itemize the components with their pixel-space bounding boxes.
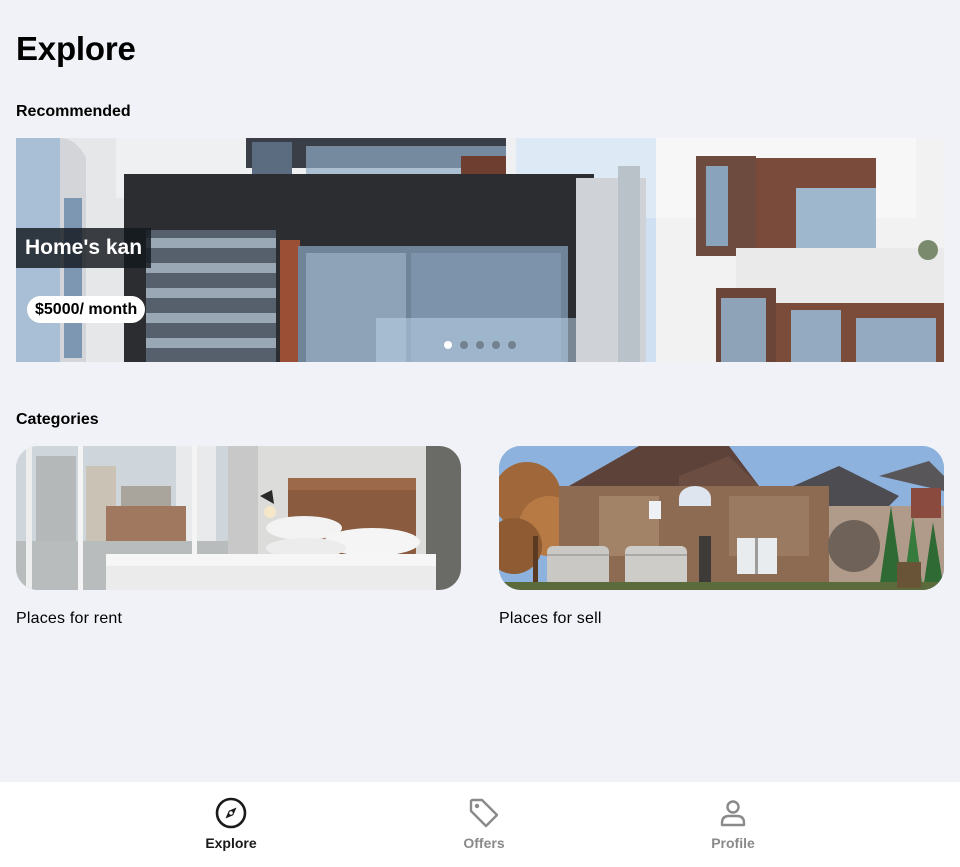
category-card-rent[interactable]	[16, 446, 461, 590]
tab-label: Profile	[711, 835, 755, 851]
category-card-sell[interactable]	[499, 446, 944, 590]
pagination-dot[interactable]	[460, 341, 468, 349]
pagination-dot[interactable]	[444, 341, 452, 349]
recommended-carousel[interactable]: Home's kan $5000/ month	[16, 138, 944, 362]
categories-heading: Categories	[16, 411, 99, 428]
person-icon	[720, 800, 746, 827]
listing-name: Home's kan	[16, 228, 152, 268]
recommended-heading: Recommended	[16, 103, 131, 120]
pagination-dot[interactable]	[492, 341, 500, 349]
explore-screen: Explore Recommended Home's kan $5000/ mo…	[0, 0, 960, 867]
pagination-dot[interactable]	[476, 341, 484, 349]
tab-label: Explore	[205, 835, 257, 851]
tab-profile[interactable]: Profile	[673, 782, 793, 867]
page-title: Explore	[16, 30, 136, 67]
carousel-pagination	[444, 341, 516, 349]
bedroom-photo	[16, 446, 461, 590]
pagination-dot[interactable]	[508, 341, 516, 349]
suburban-house-photo	[499, 446, 944, 590]
tab-offers[interactable]: Offers	[424, 782, 544, 867]
tab-label: Offers	[463, 835, 505, 851]
category-label-sell[interactable]: Places for sell	[499, 610, 602, 628]
listing-price: $5000/ month	[27, 296, 146, 323]
tag-icon	[469, 798, 499, 828]
modern-house-photo	[16, 138, 944, 362]
tab-explore[interactable]: Explore	[171, 782, 291, 867]
compass-icon	[215, 797, 247, 829]
category-label-rent[interactable]: Places for rent	[16, 610, 122, 628]
bottom-tab-bar: Explore Offers Profile	[0, 782, 960, 867]
